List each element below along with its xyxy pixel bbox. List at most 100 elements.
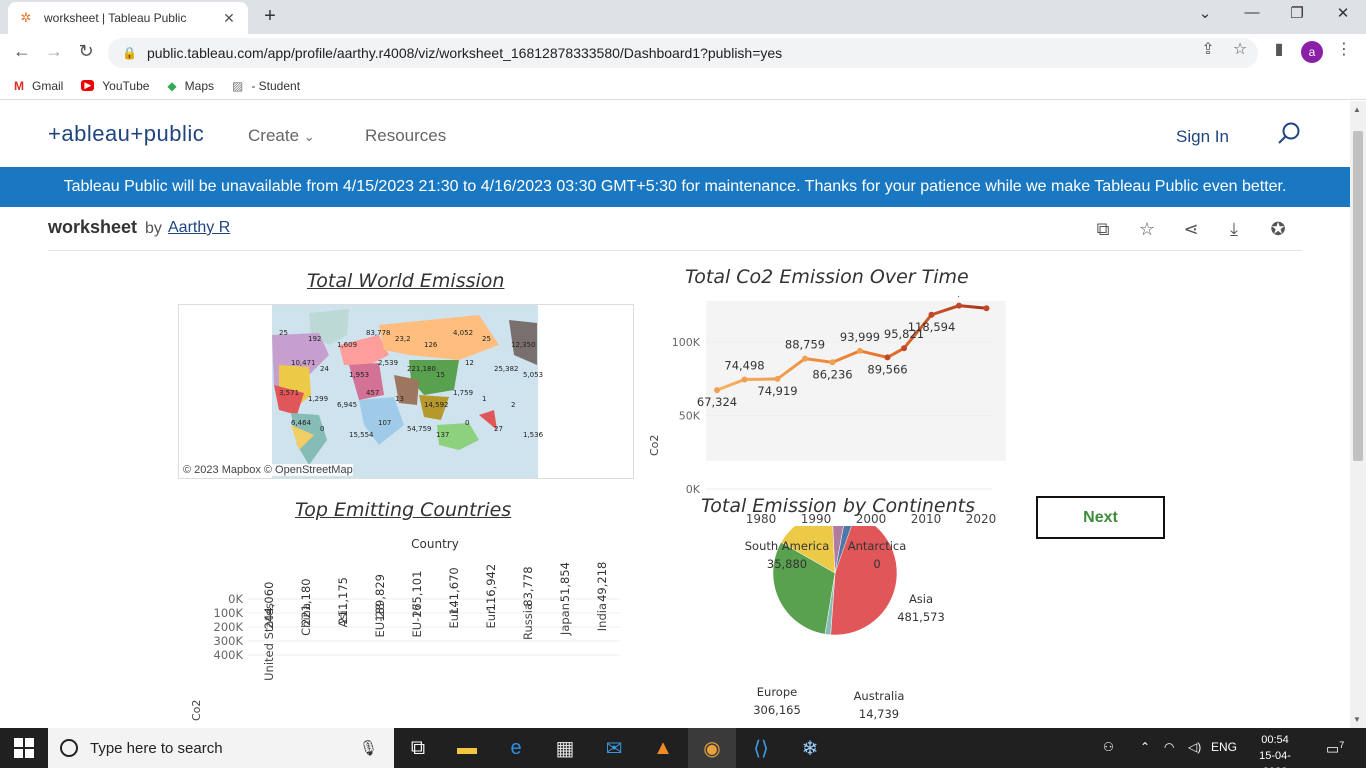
map-value-label: 2,539	[378, 359, 398, 367]
task-view-icon[interactable]: ⧉	[394, 728, 442, 768]
line-data-label: 74,498	[724, 359, 764, 373]
search-icon[interactable]	[1276, 121, 1302, 153]
vlc-icon[interactable]: ▲	[639, 728, 687, 768]
bar-value-label: 49,218	[595, 562, 609, 602]
line-point	[829, 359, 836, 366]
side-panel-icon[interactable]: ▮	[1268, 39, 1290, 59]
scroll-down-icon[interactable]: ▼	[1353, 715, 1361, 724]
minimize-button[interactable]: —	[1237, 4, 1267, 21]
mail-icon[interactable]: ✉	[590, 728, 638, 768]
map-value-label: 83,778	[366, 329, 391, 337]
people-icon[interactable]: ⚇	[1103, 740, 1114, 754]
line-chart[interactable]: 0K50K100KCo219801990200020102020Year67,3…	[640, 296, 1020, 561]
line-point	[857, 347, 863, 354]
map-value-label: 6,945	[337, 401, 357, 409]
pie-slice-value: 0	[873, 557, 880, 571]
viz-title-row: worksheet by Aarthy R ⧉ ☆ ⋖ ⤓ ✪	[48, 217, 1302, 251]
browser-toolbar: ← → ↻ 🔒 public.tableau.com/app/profile/a…	[0, 34, 1366, 72]
windows-start-icon[interactable]	[14, 738, 34, 758]
map-value-label: 107	[378, 419, 391, 427]
taskbar-search[interactable]: Type here to search 🎙	[48, 728, 394, 768]
share-icon[interactable]: ⇪	[1197, 39, 1219, 59]
clock-date: 15-04-2023	[1259, 750, 1291, 778]
chrome-icon[interactable]: ◉	[688, 728, 736, 768]
notification-count: 7	[1339, 740, 1345, 750]
system-clock[interactable]: 00:54 15-04-2023	[1250, 732, 1300, 780]
world-map[interactable]: 25 192 1,609 83,778 23,2 126 4,052 25 12,350 10,4…	[178, 304, 634, 479]
map-value-label: 15	[436, 371, 445, 379]
bar-category-label: China	[299, 603, 313, 636]
close-tab-icon[interactable]: ✕	[220, 10, 238, 27]
pie-chart[interactable]: South America 35,880 Antarctica 0 Asia 481,57…	[730, 526, 970, 721]
line-y-tick-label: 0K	[686, 483, 701, 496]
profile-avatar[interactable]: a	[1301, 41, 1323, 63]
viz-author-link[interactable]: Aarthy R	[168, 219, 230, 237]
microphone-icon[interactable]: 🎙	[359, 739, 378, 757]
sign-in-link[interactable]: Sign In	[1176, 127, 1229, 147]
store-icon[interactable]: ▦	[541, 728, 589, 768]
notification-icon[interactable]: ▭7	[1326, 740, 1344, 758]
badge-icon[interactable]: ✪	[1266, 219, 1290, 240]
wifi-icon[interactable]: ◠	[1164, 740, 1174, 754]
tray-chevron-icon[interactable]: ⌃	[1140, 740, 1150, 754]
bar-category-label: United States	[262, 603, 276, 681]
map-value-label: 14,592	[424, 401, 449, 409]
language-indicator[interactable]: ENG	[1211, 740, 1237, 754]
favorite-star-icon[interactable]: ☆	[1135, 219, 1159, 240]
map-value-label: 1,299	[308, 395, 328, 403]
bar-category-label: Asi..	[336, 603, 350, 627]
forward-button[interactable]: →	[42, 41, 66, 62]
line-point	[714, 387, 720, 394]
bookmark-maps[interactable]: ◆ Maps	[167, 79, 214, 93]
next-button[interactable]: Next	[1036, 496, 1165, 539]
bookmark-gmail[interactable]: M Gmail	[14, 79, 63, 93]
pie-slice-name: South America	[745, 539, 830, 553]
bookmark-star-icon[interactable]: ☆	[1229, 39, 1251, 59]
map-value-label: 24	[320, 365, 329, 373]
back-button[interactable]: ←	[10, 41, 34, 62]
line-data-label: 89,566	[867, 362, 907, 376]
map-value-label: 23,2	[395, 335, 411, 343]
restore-button[interactable]: ❐	[1282, 4, 1312, 22]
download-icon[interactable]: ⤓	[1222, 219, 1246, 240]
page-content: +ableau+public Create ⌄ Resources Sign I…	[0, 101, 1350, 728]
nav-create[interactable]: Create ⌄	[248, 126, 315, 146]
vscode-icon[interactable]: ⟨⟩	[737, 728, 785, 768]
map-value-label: 1,609	[337, 341, 357, 349]
bar-category-label: Russia	[521, 603, 535, 640]
reload-button[interactable]: ↻	[74, 41, 98, 62]
bar-chart[interactable]: Country0K100K200K300K400KCo2244,060Unite…	[180, 531, 640, 728]
volume-icon[interactable]: ◁)	[1188, 740, 1201, 754]
close-window-button[interactable]: ✕	[1328, 4, 1358, 22]
share-icon[interactable]: ⋖	[1179, 219, 1203, 240]
map-value-label: 0	[320, 425, 324, 433]
tab-search-icon[interactable]: ⌄	[1190, 4, 1220, 22]
page-scrollbar[interactable]: ▲ ▼	[1350, 101, 1366, 728]
nav-resources[interactable]: Resources	[365, 126, 446, 146]
line-y-tick-label: 100K	[672, 336, 701, 349]
scroll-up-icon[interactable]: ▲	[1353, 105, 1361, 114]
pie-slice-value: 481,573	[897, 610, 945, 624]
line-data-label: 124,780	[935, 296, 983, 299]
scrollbar-thumb[interactable]	[1353, 131, 1363, 461]
new-tab-button[interactable]: +	[258, 5, 282, 28]
pie-slice-name: Europe	[757, 685, 797, 699]
pie-slice-name: Antarctica	[848, 539, 907, 553]
snowflake-app-icon[interactable]: ❄	[786, 728, 834, 768]
bar-chart-title: Top Emitting Countries	[295, 499, 512, 521]
browser-tab[interactable]: ✲ worksheet | Tableau Public ✕	[8, 2, 248, 34]
tableau-public-logo[interactable]: +ableau+public	[48, 121, 204, 147]
bar-category-label: Japan	[558, 603, 572, 636]
address-bar[interactable]: 🔒 public.tableau.com/app/profile/aarthy.…	[108, 38, 1258, 68]
menu-kebab-icon[interactable]: ⋮	[1333, 39, 1355, 59]
map-value-label: 13	[395, 395, 404, 403]
bar-y-tick-label: 100K	[214, 606, 244, 620]
bookmark-youtube[interactable]: ▶ YouTube	[81, 79, 149, 93]
bar-category-label: Eur..	[447, 603, 461, 629]
edge-icon[interactable]: e	[492, 728, 540, 768]
bookmark-student[interactable]: ▨ - Student	[232, 79, 300, 93]
line-point	[774, 375, 781, 382]
copy-icon[interactable]: ⧉	[1091, 219, 1115, 240]
file-explorer-icon[interactable]: ▬	[443, 728, 491, 768]
line-point	[928, 311, 935, 318]
